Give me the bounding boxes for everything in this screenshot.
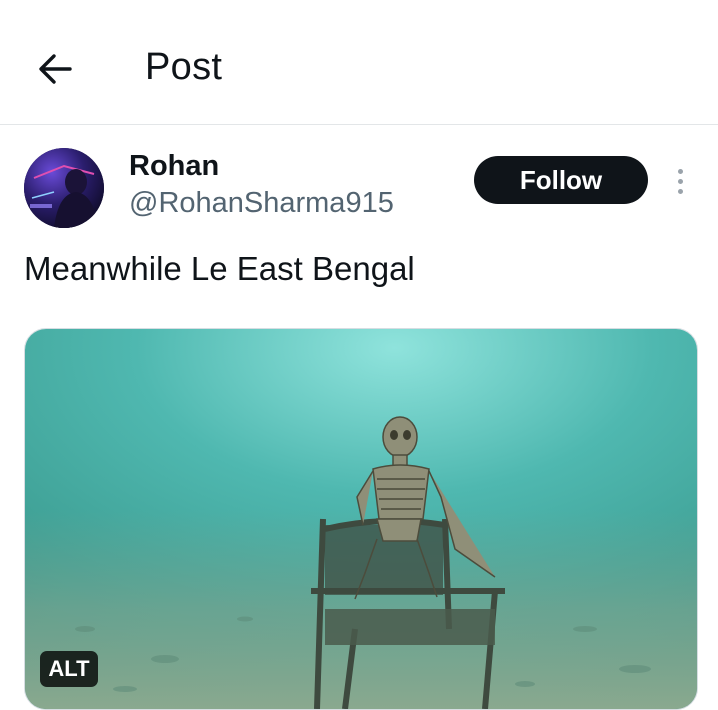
alt-text-badge[interactable]: ALT — [40, 651, 98, 687]
author-handle[interactable]: @RohanSharma915 — [129, 187, 394, 220]
avatar[interactable] — [24, 148, 104, 228]
more-vertical-icon — [668, 169, 692, 194]
page-title: Post — [145, 46, 223, 88]
arrow-left-icon — [39, 54, 72, 84]
more-options-button[interactable] — [668, 164, 692, 198]
author-name[interactable]: Rohan — [129, 150, 219, 183]
underwater-skeleton-image — [25, 329, 697, 709]
avatar-image — [24, 148, 104, 228]
post-text: Meanwhile Le East Bengal — [24, 250, 415, 287]
post-media-image[interactable] — [24, 328, 698, 710]
follow-button[interactable]: Follow — [474, 156, 648, 204]
back-button[interactable] — [36, 52, 76, 86]
top-bar: Post — [0, 0, 718, 125]
